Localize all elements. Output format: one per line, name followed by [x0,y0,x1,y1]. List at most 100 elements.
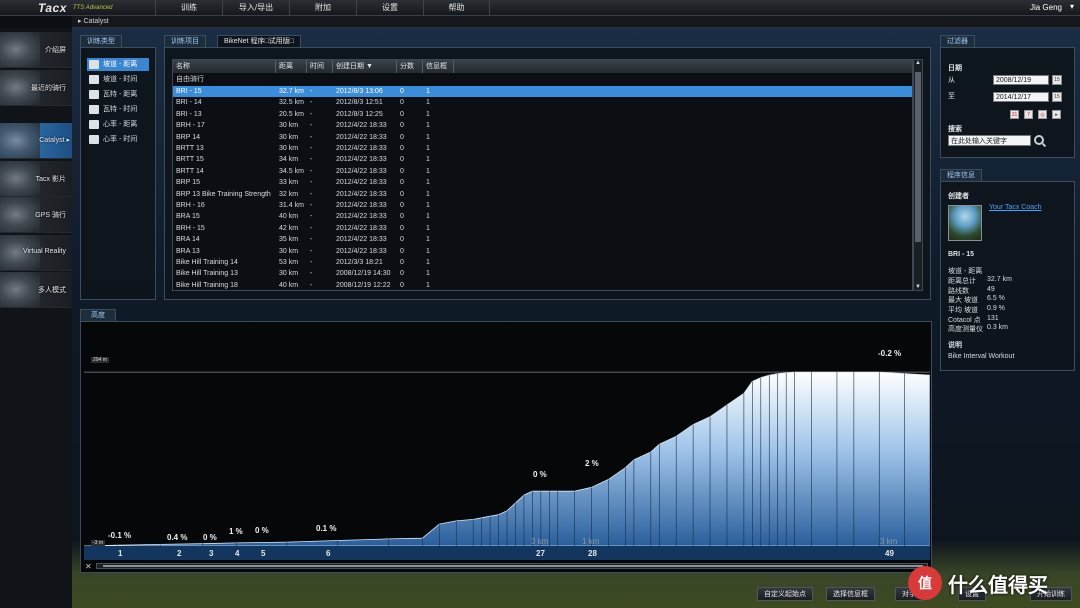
tab-program-info[interactable]: 程序信息 [940,169,982,181]
column-score[interactable]: 分数 [397,60,423,73]
user-name[interactable]: Jia Geng [1030,3,1062,12]
calendar-icon[interactable]: 15 [1052,92,1062,102]
from-date-field[interactable]: 2008/12/19 [993,75,1049,85]
table-row[interactable]: Bike Hill Training 13 30 km - 2008/12/19 14… [173,268,912,279]
nav-virtual-reality[interactable]: Virtual Reality [0,235,72,271]
menu-settings[interactable]: 设置 [356,0,423,16]
gps-thumbnail-icon [0,197,40,232]
table-row[interactable]: BRTT 13 30 km - 2012/4/22 18:33 0 1 [173,143,912,154]
table-cell: 1 [426,247,430,255]
table-cell: 40 km [279,213,299,221]
tab-training-type[interactable]: 训练类型 [80,35,122,47]
table-cell: 33 km [279,179,299,187]
calendar-icon[interactable]: 15 [1052,75,1062,85]
table-row[interactable]: BRA 14 35 km - 2012/4/22 18:33 0 1 [173,234,912,245]
nav-label: 多人模式 [38,287,66,294]
training-type-watt-time[interactable]: 瓦特 - 时间 [87,103,149,116]
menu-extras[interactable]: 附加 [289,0,356,16]
search-input[interactable]: 在此处输入关键字 [948,135,1031,146]
nav-gps-ride[interactable]: GPS 骑行 [0,197,72,233]
training-type-hr-time[interactable]: 心率 - 时间 [87,133,149,146]
training-type-grade-distance[interactable]: 坡道 - 距离 [87,58,149,71]
table-cell: 1 [426,110,430,118]
table-row[interactable]: Bike Hill Training 14 53 km - 2012/3/3 18:2… [173,257,912,268]
column-time[interactable]: 时间 [307,60,333,73]
select-infobox-button[interactable]: 选择信息框 [826,587,875,601]
training-type-grade-time[interactable]: 坡道 - 时间 [87,73,149,86]
table-scrollbar[interactable]: ▲ ▼ [913,59,923,291]
table-cell: 0 [400,156,404,164]
table-row[interactable]: BRTT 15 34 km - 2012/4/22 18:33 0 1 [173,154,912,165]
table-row[interactable]: BRH - 15 42 km - 2012/4/22 18:33 0 1 [173,223,912,234]
nav-multiplayer[interactable]: 多人模式 [0,272,72,308]
training-type-watt-distance[interactable]: 瓦特 - 距离 [87,88,149,101]
table-cell: 20.5 km [279,110,304,118]
table-row[interactable]: BRP 14 30 km - 2012/4/22 18:33 0 1 [173,132,912,143]
search-label: 搜索 [948,126,962,133]
info-value: 131 [987,315,999,322]
date-preset-week-icon[interactable]: 7 [1024,110,1033,119]
training-type-hr-distance[interactable]: 心率 - 距离 [87,118,149,131]
scrollbar-thumb[interactable] [915,72,921,242]
date-preset-month-icon[interactable]: ◎ [1038,110,1047,119]
tab-elevation[interactable]: 高度 [80,309,116,321]
table-row[interactable]: Bike Hill Training 18 40 km - 2008/12/19 12… [173,280,912,290]
column-name[interactable]: 名称 [173,60,276,73]
table-cell: Bike Hill Training 13 [176,270,238,278]
chart-scrollbar[interactable] [96,563,928,569]
table-cell: 2012/4/22 18:33 [336,156,387,164]
scroll-up-icon[interactable]: ▲ [915,60,921,66]
nav-label: Tacx 影片 [35,176,66,183]
table-row[interactable]: BRH - 17 30 km - 2012/4/22 18:33 0 1 [173,120,912,131]
table-row[interactable]: BRTT 14 34.5 km - 2012/4/22 18:33 0 1 [173,166,912,177]
column-distance[interactable]: 距离 [276,60,307,73]
table-row[interactable]: BRP 13 Bike Training Strength 32 km - 2012/… [173,189,912,200]
scroll-down-icon[interactable]: ▼ [915,284,921,290]
table-cell: 1 [426,224,430,232]
column-infobox[interactable]: 信息框 [423,60,454,73]
date-preset-all-icon[interactable]: ▸ [1052,110,1061,119]
to-date-field[interactable]: 2014/12/17 [993,92,1049,102]
nav-intro[interactable]: 介绍屏 [0,32,72,68]
table-cell: 0 [400,247,404,255]
training-type-label: 瓦特 - 时间 [103,106,138,113]
table-row[interactable]: BRI - 14 32.5 km - 2012/8/3 12:51 0 1 [173,97,912,108]
table-cell: BRP 13 Bike Training Strength [176,190,271,198]
table-cell: - [310,167,313,175]
nav-label: Virtual Reality [22,248,66,255]
table-row[interactable]: BRI - 13 20.5 km - 2012/8/3 12:25 0 1 [173,109,912,120]
table-row[interactable]: BRI - 15 32.7 km - 2012/8/3 13:06 0 1 [173,86,912,98]
training-type-label: 瓦特 - 距离 [103,91,138,98]
close-icon[interactable]: ✕ [85,562,92,571]
table-cell: 1 [426,190,430,198]
creator-link[interactable]: Your Tacx Coach [989,204,1042,211]
table-row[interactable]: BRA 15 40 km - 2012/4/22 18:33 0 1 [173,211,912,222]
tab-filter[interactable]: 过滤器 [940,35,975,47]
nav-tacx-film[interactable]: Tacx 影片 [0,161,72,197]
table-row[interactable]: BRH - 16 31.4 km - 2012/4/22 18:33 0 1 [173,200,912,211]
column-created[interactable]: 创建日期 ▼ [333,60,397,73]
menu-training[interactable]: 训练 [155,0,222,16]
table-cell: 2008/12/19 14:30 [336,270,391,278]
search-icon[interactable] [1034,135,1044,145]
multiplayer-thumbnail-icon [0,272,40,307]
chart-scrollbar-thumb[interactable] [103,565,923,567]
chevron-down-icon[interactable]: ▾ [1070,2,1074,11]
menu-import-export[interactable]: 导入/导出 [222,0,289,16]
custom-start-button[interactable]: 自定义起始点 [757,587,813,601]
table-cell: 42 km [279,224,299,232]
date-preset-day-icon[interactable]: 31 [1010,110,1019,119]
table-row[interactable]: BRP 15 33 km - 2012/4/22 18:33 0 1 [173,177,912,188]
main-menu: 训练 导入/导出 附加 设置 帮助 [155,0,490,16]
info-key: 最大 坡道 [948,297,978,304]
tab-bikenet[interactable]: BikeNet 程序□试用版□ [217,35,301,47]
elevation-min-label: -3 m [91,540,105,546]
menu-help[interactable]: 帮助 [423,0,490,16]
nav-catalyst[interactable]: Catalyst ▸ [0,123,72,159]
tab-workouts[interactable]: 训练项目 [164,35,206,47]
nav-recent-rides[interactable]: 最近的骑行 [0,70,72,106]
table-row[interactable]: BRA 13 30 km - 2012/4/22 18:33 0 1 [173,246,912,257]
gradient-label: 2 % [585,459,599,468]
segment-number: 49 [885,549,894,558]
info-key: 高度测量仪 [948,326,983,333]
